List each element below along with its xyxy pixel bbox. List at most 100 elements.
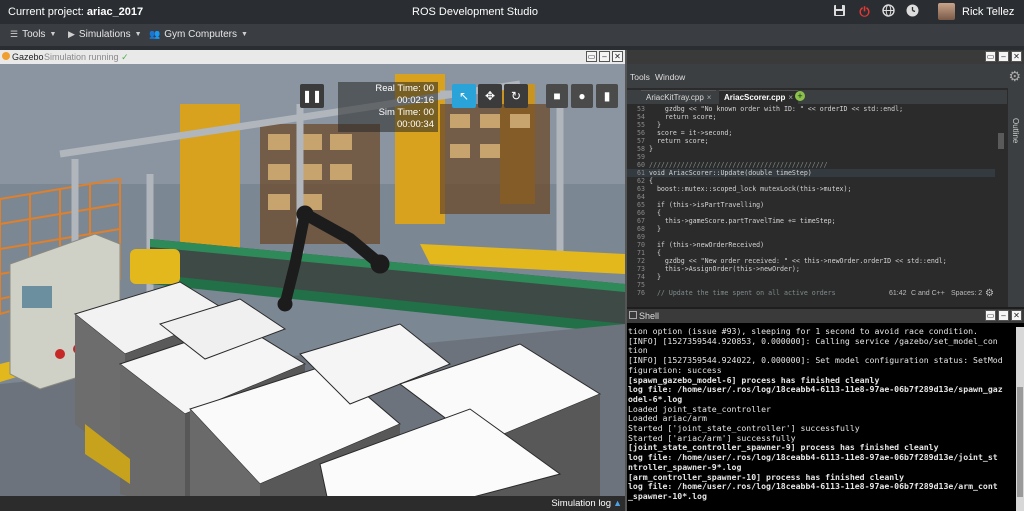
pause-icon: ❚❚: [301, 89, 323, 103]
code-line[interactable]: 70 if (this->newOrderReceived): [627, 241, 995, 249]
close-icon[interactable]: ✕: [1011, 51, 1022, 62]
code-editor[interactable]: 53 gzdbg << "No known order with ID: " <…: [627, 105, 995, 297]
shell-line: ntroller_spawner-9*.log: [628, 462, 742, 472]
menu-bar: ☰ Tools ▼ ▶ Simulations ▼ 👥 Gym Computer…: [0, 24, 1024, 46]
code-line[interactable]: 56 score = it->second;: [627, 129, 995, 137]
gear-icon[interactable]: ⚙: [985, 288, 994, 299]
tab-label: AriacScorer.cpp: [724, 93, 786, 102]
tab-ariackittray[interactable]: AriacKitTray.cpp ×: [641, 90, 717, 104]
shell-line: [spawn_gazebo_model-6] process has finis…: [628, 375, 880, 385]
close-icon[interactable]: ×: [788, 93, 793, 102]
code-line[interactable]: 60 //////////////////////////////////////…: [627, 161, 995, 169]
code-line[interactable]: 61 void AriacScorer::Update(double timeSt…: [627, 169, 995, 177]
code-line[interactable]: 54 return score;: [627, 113, 995, 121]
line-number: 68: [637, 225, 645, 233]
editor-menu: Tools Window ⚙: [627, 64, 1024, 88]
code-line[interactable]: 73 this->AssignOrder(this->newOrder);: [627, 265, 995, 273]
editor-menu-window[interactable]: Window: [655, 72, 685, 82]
cylinder-shape-button[interactable]: ▮: [596, 84, 618, 108]
minimize-icon[interactable]: –: [998, 51, 1009, 62]
line-number: 72: [637, 257, 645, 265]
gazebo-logo-icon: [2, 52, 10, 60]
line-text: }: [649, 273, 661, 281]
sphere-shape-button[interactable]: ●: [571, 84, 593, 108]
code-line[interactable]: 63 boost::mutex::scoped_lock mutexLock(t…: [627, 185, 995, 193]
code-line[interactable]: 74 }: [627, 273, 995, 281]
tab-ariacscorer[interactable]: AriacScorer.cpp ×: [719, 90, 799, 104]
chevron-up-icon[interactable]: ▲: [613, 498, 622, 508]
scrollbar-thumb[interactable]: [1017, 387, 1023, 497]
line-number: 65: [637, 201, 645, 209]
menu-simulations[interactable]: ▶ Simulations ▼: [68, 29, 142, 40]
pause-button[interactable]: ❚❚: [300, 84, 324, 108]
shell-output[interactable]: tion option (issue #93), sleeping for 1 …: [628, 327, 1014, 502]
code-line[interactable]: 67 this->gameScore.partTravelTime += tim…: [627, 217, 995, 225]
minimize-icon[interactable]: –: [998, 310, 1009, 321]
shell-line: Loaded ariac/arm: [628, 414, 707, 424]
shell-scrollbar[interactable]: [1016, 327, 1024, 511]
shell-line: [INFO] [1527359544.920853, 0.000000]: Ca…: [628, 336, 998, 346]
restore-icon[interactable]: ▭: [985, 310, 996, 321]
code-line[interactable]: 69: [627, 233, 995, 241]
editor-menu-tools[interactable]: Tools: [630, 72, 650, 82]
scrollbar-thumb[interactable]: [998, 133, 1004, 149]
shell-line: _spawner-10*.log: [628, 491, 707, 501]
code-line[interactable]: 57 return score;: [627, 137, 995, 145]
shell-line: [arm_controller_spawner-10] process has …: [628, 472, 905, 482]
outline-panel[interactable]: Outline: [1008, 88, 1024, 307]
simulation-log-bar[interactable]: Simulation log ▲: [0, 496, 625, 511]
menu-tools[interactable]: ☰ Tools ▼: [10, 29, 56, 40]
box-shape-button[interactable]: ■: [546, 84, 568, 108]
avatar[interactable]: [938, 3, 955, 20]
rotate-mode-button[interactable]: ↻: [504, 84, 528, 108]
menu-simulations-label: Simulations: [78, 29, 131, 40]
power-icon[interactable]: ⏻: [857, 4, 872, 19]
line-number: 63: [637, 185, 645, 193]
shell-line: odel-6*.log: [628, 394, 683, 404]
code-line[interactable]: 72 gzdbg << "New order received: " << th…: [627, 257, 995, 265]
code-line[interactable]: 68 }: [627, 225, 995, 233]
select-mode-button[interactable]: ↖: [452, 84, 476, 108]
line-text: }: [649, 121, 661, 129]
code-line[interactable]: 58}: [627, 145, 995, 153]
play-circle-icon: ▶: [68, 29, 75, 39]
code-line[interactable]: 59: [627, 153, 995, 161]
code-line[interactable]: 55 }: [627, 121, 995, 129]
simulation-log-label[interactable]: Simulation log: [551, 498, 611, 509]
code-line[interactable]: 62 {: [627, 177, 995, 185]
gear-icon[interactable]: ⚙: [1008, 68, 1021, 85]
close-icon[interactable]: ✕: [612, 51, 623, 62]
simulation-viewport[interactable]: ❚❚ Real Time: 00 00:02:16 Sim Time: 00 0…: [0, 64, 625, 511]
cube-icon: ■: [553, 89, 561, 103]
hamburger-icon: ☰: [10, 29, 19, 39]
shell-line: [INFO] [1527359544.924022, 0.000000]: Se…: [628, 356, 1003, 366]
add-tab-icon[interactable]: +: [795, 91, 805, 101]
globe-icon[interactable]: [881, 4, 896, 19]
line-number: 64: [637, 193, 645, 201]
editor-scrollbar[interactable]: [997, 105, 1005, 287]
line-text: if (this->isPartTravelling): [649, 201, 765, 209]
line-number: 73: [637, 265, 645, 273]
indentation[interactable]: Spaces: 2: [951, 290, 982, 297]
code-line[interactable]: 71 {: [627, 249, 995, 257]
user-name[interactable]: Rick Tellez: [962, 6, 1014, 18]
time-display: Real Time: 00 00:02:16 Sim Time: 00 00:0…: [338, 82, 438, 132]
translate-mode-button[interactable]: ✥: [478, 84, 502, 108]
menu-gym-computers[interactable]: 👥 Gym Computers ▼: [149, 29, 248, 40]
restore-icon[interactable]: ▭: [985, 51, 996, 62]
code-line[interactable]: 53 gzdbg << "No known order with ID: " <…: [627, 105, 995, 113]
close-icon[interactable]: ✕: [1011, 310, 1022, 321]
save-icon[interactable]: [832, 4, 847, 19]
restore-icon[interactable]: ▭: [586, 51, 597, 62]
code-line[interactable]: 65 if (this->isPartTravelling): [627, 201, 995, 209]
minimize-icon[interactable]: –: [599, 51, 610, 62]
shell-line: Started ['joint_state_controller'] succe…: [628, 424, 860, 434]
code-line[interactable]: 64: [627, 193, 995, 201]
language-mode[interactable]: C and C++: [911, 290, 945, 297]
line-text: return score;: [649, 113, 717, 121]
clock-icon[interactable]: [905, 4, 920, 19]
move-icon: ✥: [484, 89, 496, 103]
code-line[interactable]: 66 {: [627, 209, 995, 217]
close-icon[interactable]: ×: [707, 93, 712, 102]
line-number: 67: [637, 217, 645, 225]
